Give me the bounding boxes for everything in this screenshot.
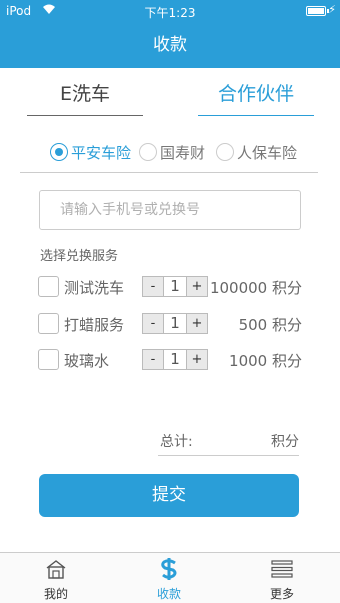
tabbar-item-mine[interactable]: 我的 — [16, 557, 96, 602]
nav-bar: 收款 — [0, 22, 340, 68]
radio-guoshoucai[interactable]: 国寿财 — [139, 140, 205, 164]
service-points: 500 积分 — [238, 316, 302, 334]
total-label: 总计: — [160, 434, 193, 450]
radio-checked-icon — [50, 143, 68, 161]
tabbar-item-collect[interactable]: 收款 — [129, 557, 209, 602]
quantity-value[interactable]: 1 — [163, 314, 187, 333]
service-checkbox[interactable] — [38, 313, 59, 334]
decrement-button[interactable]: - — [143, 277, 163, 296]
total-field: 总计: 积分 — [158, 428, 299, 456]
quantity-value[interactable]: 1 — [163, 277, 187, 296]
status-bar: iPod 下午1:23 ⚡ — [0, 0, 340, 22]
service-name: 玻璃水 — [64, 352, 110, 370]
decrement-button[interactable]: - — [143, 350, 163, 369]
battery-icon — [306, 6, 326, 16]
segment-tabs: E洗车 合作伙伴 — [0, 70, 340, 120]
submit-button[interactable]: 提交 — [39, 474, 299, 517]
tab-partners[interactable]: 合作伙伴 — [198, 70, 314, 116]
dollar-icon — [129, 557, 209, 581]
radio-renbao[interactable]: 人保车险 — [216, 140, 297, 164]
status-time: 下午1:23 — [144, 6, 196, 20]
service-row: 测试洗车 - 1 + 100000 积分 — [0, 276, 340, 300]
radio-unchecked-icon — [139, 143, 157, 161]
divider — [20, 172, 318, 173]
bottom-tab-bar: 我的 收款 更多 — [0, 552, 340, 603]
page-title: 收款 — [153, 35, 187, 55]
quantity-value[interactable]: 1 — [163, 350, 187, 369]
list-icon — [242, 557, 322, 581]
decrement-button[interactable]: - — [143, 314, 163, 333]
service-row: 打蜡服务 - 1 + 500 积分 — [0, 313, 340, 337]
increment-button[interactable]: + — [187, 350, 207, 369]
service-name: 打蜡服务 — [64, 316, 125, 334]
quantity-stepper: - 1 + — [142, 349, 208, 370]
total-unit: 积分 — [271, 434, 299, 450]
tabbar-label: 我的 — [43, 587, 68, 601]
section-title: 选择兑换服务 — [40, 249, 119, 264]
service-points: 1000 积分 — [229, 352, 302, 370]
radio-label: 国寿财 — [160, 143, 206, 162]
radio-label: 平安车险 — [71, 143, 132, 162]
charging-icon: ⚡ — [328, 3, 336, 16]
service-checkbox[interactable] — [38, 276, 59, 297]
service-points: 100000 积分 — [209, 279, 302, 297]
increment-button[interactable]: + — [187, 277, 207, 296]
tabbar-item-more[interactable]: 更多 — [242, 557, 322, 602]
quantity-stepper: - 1 + — [142, 276, 208, 297]
radio-unchecked-icon — [216, 143, 234, 161]
tabbar-label: 更多 — [269, 587, 294, 601]
radio-pingan[interactable]: 平安车险 — [50, 140, 131, 164]
phone-or-code-input[interactable] — [39, 190, 301, 230]
service-checkbox[interactable] — [38, 349, 59, 370]
tab-e-wash[interactable]: E洗车 — [27, 70, 143, 116]
home-icon — [16, 557, 96, 581]
radio-label: 人保车险 — [237, 143, 298, 162]
increment-button[interactable]: + — [187, 314, 207, 333]
service-name: 测试洗车 — [64, 279, 125, 297]
service-row: 玻璃水 - 1 + 1000 积分 — [0, 349, 340, 373]
quantity-stepper: - 1 + — [142, 313, 208, 334]
insurer-radio-group: 平安车险 国寿财 人保车险 — [0, 140, 340, 164]
tabbar-label: 收款 — [156, 587, 181, 601]
